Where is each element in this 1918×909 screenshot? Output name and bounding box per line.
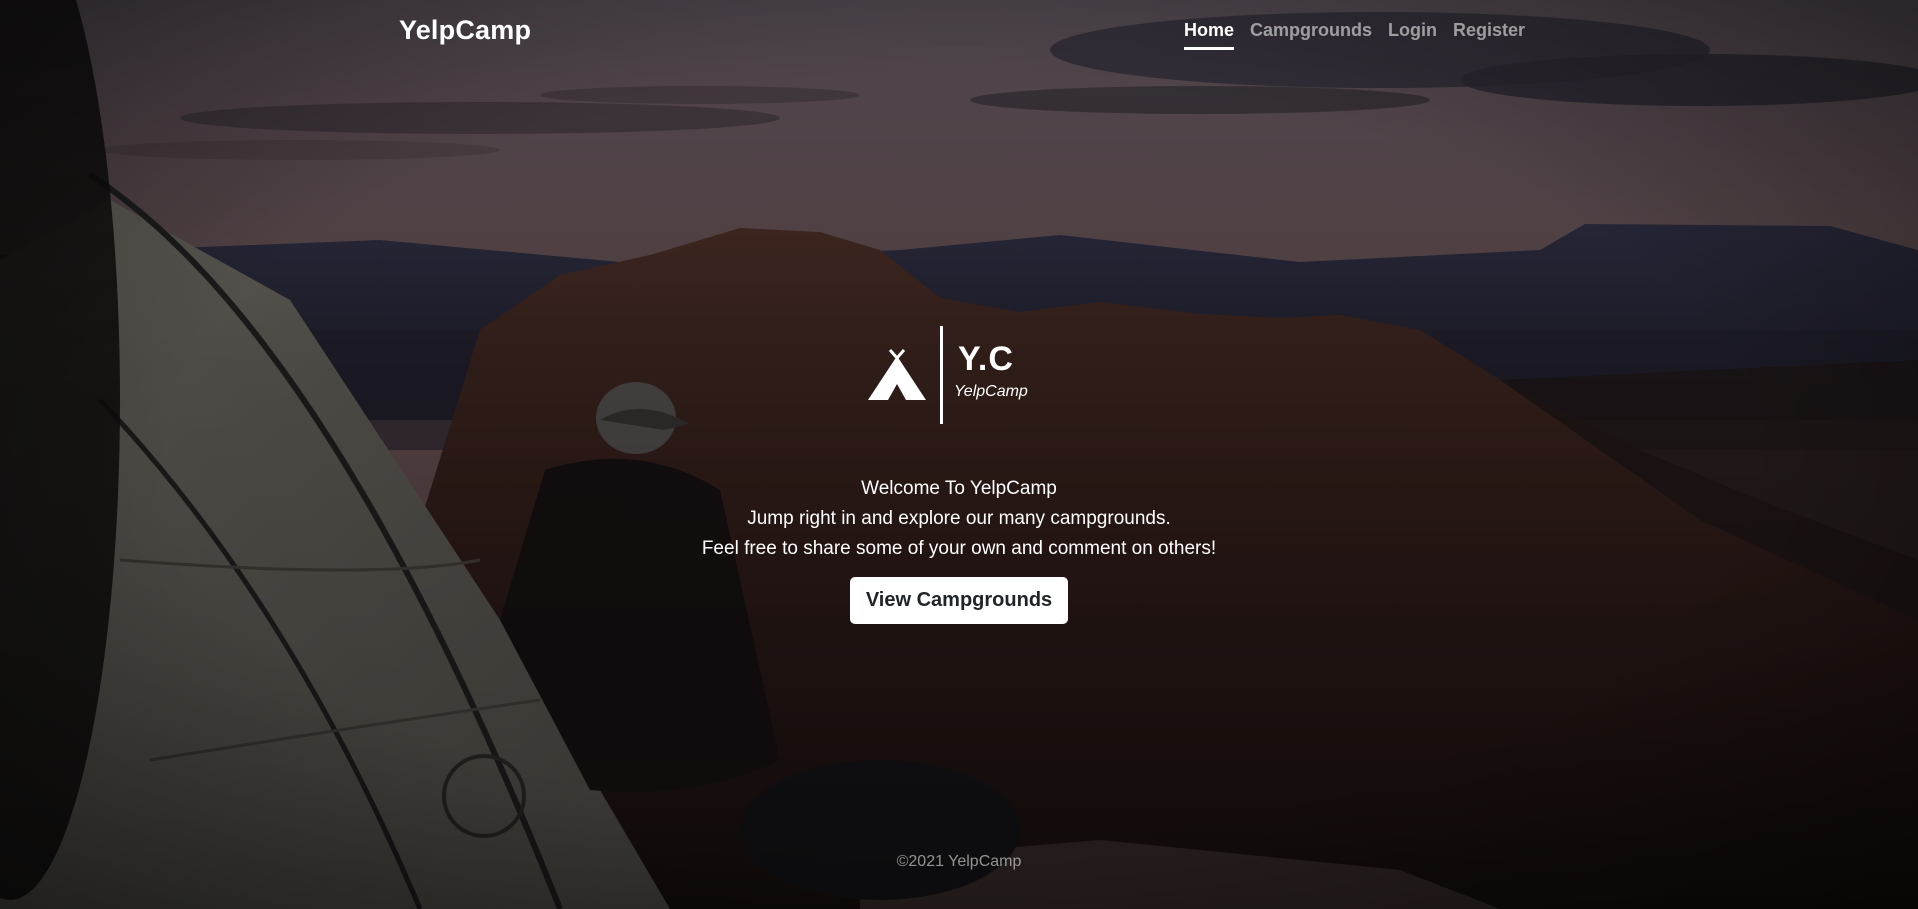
nav-link-home[interactable]: Home	[1184, 20, 1235, 50]
intro-text: Welcome To YelpCamp Jump right in and ex…	[0, 474, 1918, 564]
welcome-heading: Welcome To YelpCamp	[861, 478, 1057, 499]
intro-line-2: Jump right in and explore our many campg…	[747, 508, 1171, 529]
view-campgrounds-button[interactable]: View Campgrounds	[850, 577, 1068, 624]
background-overlay	[0, 0, 1918, 909]
tent-icon	[868, 349, 926, 400]
navbar: YelpCamp Home Campgrounds Login Register	[0, 0, 1918, 62]
nav-link-login[interactable]: Login	[1388, 20, 1437, 50]
navbar-brand[interactable]: YelpCamp	[399, 15, 531, 46]
logo-divider	[940, 326, 943, 424]
landing-page: YelpCamp Home Campgrounds Login Register…	[0, 0, 1918, 909]
nav-links: Home Campgrounds Login Register	[1184, 20, 1525, 50]
nav-link-campgrounds[interactable]: Campgrounds	[1250, 20, 1372, 50]
footer-copyright: ©2021 YelpCamp	[896, 853, 1022, 870]
intro-line-3: Feel free to share some of your own and …	[701, 538, 1217, 559]
logo-initials: Y.C	[958, 340, 1014, 378]
logo-name: YelpCamp	[954, 383, 1028, 400]
yelpcamp-logo: Y.C YelpCamp	[866, 324, 1028, 424]
nav-link-register[interactable]: Register	[1453, 20, 1525, 50]
